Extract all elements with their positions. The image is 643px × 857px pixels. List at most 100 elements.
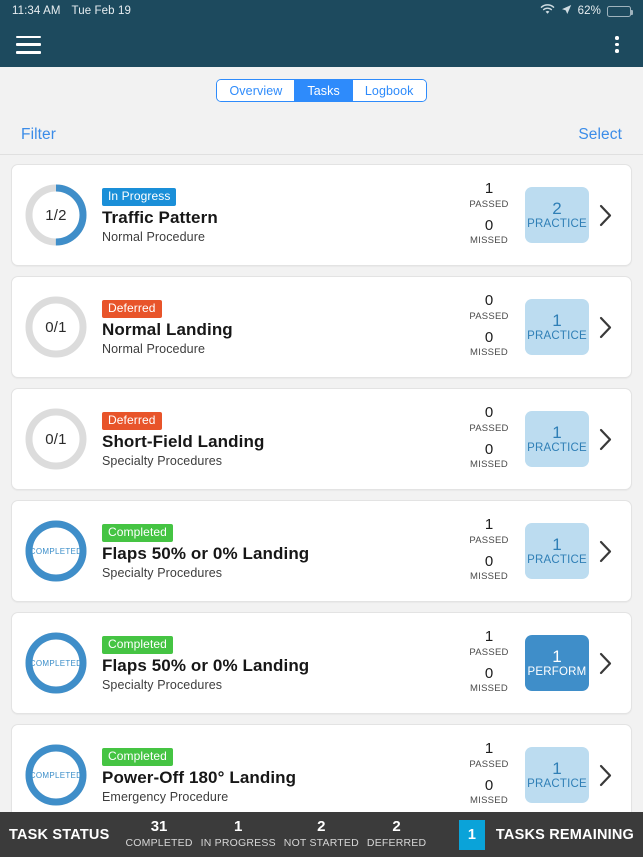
task-stats: 1 PASSED 0 MISSED xyxy=(461,517,517,584)
action-count: 1 xyxy=(552,534,562,554)
status-badge: Completed xyxy=(102,524,173,542)
action-count: 1 xyxy=(552,758,562,778)
tasks-remaining-group: 1 TASKS REMAINING xyxy=(458,819,634,850)
missed-count: 0 xyxy=(484,776,494,794)
task-card[interactable]: 1/2 In Progress Traffic Pattern Normal Proc… xyxy=(11,164,632,266)
action-label: PERFORM xyxy=(527,666,587,679)
task-subtitle: Specialty Procedures xyxy=(102,677,223,692)
chevron-right-icon[interactable] xyxy=(595,316,617,339)
missed-label: MISSED xyxy=(470,459,508,471)
practice-button[interactable]: 1 PRACTICE xyxy=(525,523,589,579)
chevron-right-icon[interactable] xyxy=(595,764,617,787)
missed-count: 0 xyxy=(484,216,494,234)
location-arrow-icon xyxy=(561,4,572,18)
task-progress-ring: COMPLETED xyxy=(22,517,90,585)
task-list[interactable]: 1/2 In Progress Traffic Pattern Normal Proc… xyxy=(0,155,643,812)
filter-button[interactable]: Filter xyxy=(21,126,56,144)
select-button[interactable]: Select xyxy=(578,126,622,144)
passed-count: 1 xyxy=(484,740,494,758)
action-count: 1 xyxy=(552,646,562,666)
task-card-main: Completed Flaps 50% or 0% Landing Specialt… xyxy=(102,634,461,692)
task-card[interactable]: 0/1 Deferred Normal Landing Normal Procedur… xyxy=(11,276,632,378)
segmented-control: Overview Tasks Logbook xyxy=(216,79,427,102)
status-stat-label: NOT STARTED xyxy=(283,836,359,849)
action-label: PRACTICE xyxy=(527,442,587,455)
battery-icon xyxy=(607,5,634,17)
chevron-right-icon[interactable] xyxy=(595,204,617,227)
chevron-right-icon[interactable] xyxy=(595,428,617,451)
task-stats: 0 PASSED 0 MISSED xyxy=(461,293,517,360)
segmented-control-container: Overview Tasks Logbook xyxy=(0,67,643,115)
action-label: PRACTICE xyxy=(527,218,587,231)
task-card-main: Completed Power-Off 180° Landing Emergency… xyxy=(102,746,461,804)
action-count: 1 xyxy=(552,310,562,330)
action-count: 1 xyxy=(552,422,562,442)
missed-label: MISSED xyxy=(470,683,508,695)
action-label: PRACTICE xyxy=(527,554,587,567)
task-card-main: In Progress Traffic Pattern Normal Procedu… xyxy=(102,186,461,244)
task-title: Normal Landing xyxy=(102,319,233,339)
tab-logbook[interactable]: Logbook xyxy=(352,80,426,101)
status-bar-date: Tue Feb 19 xyxy=(71,5,131,17)
passed-label: PASSED xyxy=(469,311,509,323)
passed-label: PASSED xyxy=(469,647,509,659)
kebab-menu-icon[interactable] xyxy=(607,35,627,55)
missed-count: 0 xyxy=(484,552,494,570)
task-title: Short-Field Landing xyxy=(102,431,265,451)
task-title: Flaps 50% or 0% Landing xyxy=(102,543,310,563)
task-stats: 1 PASSED 0 MISSED xyxy=(461,181,517,248)
task-card[interactable]: COMPLETED Completed Flaps 50% or 0% Landin… xyxy=(11,612,632,714)
status-stat: 1 IN PROGRESS xyxy=(200,818,276,850)
passed-count: 0 xyxy=(484,404,494,422)
hamburger-menu-icon[interactable] xyxy=(16,35,41,54)
task-card-main: Completed Flaps 50% or 0% Landing Specialt… xyxy=(102,522,461,580)
task-progress-ring: 0/1 xyxy=(22,405,90,473)
passed-count: 1 xyxy=(484,516,494,534)
status-bar-time: 11:34 AM xyxy=(12,5,61,17)
practice-button[interactable]: 1 PRACTICE xyxy=(525,299,589,355)
practice-button[interactable]: 1 PRACTICE xyxy=(525,747,589,803)
status-stat: 31 COMPLETED xyxy=(125,818,193,850)
chevron-right-icon[interactable] xyxy=(595,652,617,675)
status-badge: Completed xyxy=(102,748,173,766)
task-subtitle: Normal Procedure xyxy=(102,229,206,244)
status-stat-label: COMPLETED xyxy=(125,836,193,849)
practice-button[interactable]: 2 PRACTICE xyxy=(525,187,589,243)
missed-label: MISSED xyxy=(470,571,508,583)
action-label: PRACTICE xyxy=(527,778,587,791)
task-status-stats: 31 COMPLETED 1 IN PROGRESS 2 NOT STARTED 2 DEFE… xyxy=(125,818,427,850)
missed-count: 0 xyxy=(484,440,494,458)
passed-count: 0 xyxy=(484,292,494,310)
tab-tasks[interactable]: Tasks xyxy=(295,80,353,101)
list-toolbar: Filter Select xyxy=(0,115,643,155)
status-stat-label: IN PROGRESS xyxy=(200,836,276,849)
task-progress-label: COMPLETED xyxy=(29,546,83,556)
task-title: Flaps 50% or 0% Landing xyxy=(102,655,310,675)
wifi-icon xyxy=(540,4,555,18)
task-card-main: Deferred Normal Landing Normal Procedure xyxy=(102,298,461,356)
task-card[interactable]: 0/1 Deferred Short-Field Landing Specialty … xyxy=(11,388,632,490)
tab-overview[interactable]: Overview xyxy=(217,80,296,101)
task-card[interactable]: COMPLETED Completed Power-Off 180° Landing… xyxy=(11,724,632,812)
task-subtitle: Normal Procedure xyxy=(102,341,206,356)
task-stats: 1 PASSED 0 MISSED xyxy=(461,741,517,808)
chevron-right-icon[interactable] xyxy=(595,540,617,563)
missed-label: MISSED xyxy=(470,347,508,359)
task-progress-label: 1/2 xyxy=(45,206,67,224)
status-badge: In Progress xyxy=(102,188,177,206)
status-bar-right: 62% xyxy=(540,4,634,18)
task-progress-label: 0/1 xyxy=(45,430,67,448)
status-stat-count: 1 xyxy=(234,818,243,836)
task-card[interactable]: COMPLETED Completed Flaps 50% or 0% Landin… xyxy=(11,500,632,602)
perform-button[interactable]: 1 PERFORM xyxy=(525,635,589,691)
system-status-bar: 11:34 AM Tue Feb 19 62% xyxy=(0,0,643,22)
status-stat-label: DEFERRED xyxy=(366,836,427,849)
task-progress-ring: COMPLETED xyxy=(22,741,90,809)
practice-button[interactable]: 1 PRACTICE xyxy=(525,411,589,467)
task-status-label: TASK STATUS xyxy=(9,826,110,843)
passed-count: 1 xyxy=(484,628,494,646)
passed-label: PASSED xyxy=(469,759,509,771)
task-status-bar: TASK STATUS 31 COMPLETED 1 IN PROGRESS 2 NOT … xyxy=(0,812,643,857)
missed-count: 0 xyxy=(484,328,494,346)
status-stat-count: 2 xyxy=(317,818,326,836)
